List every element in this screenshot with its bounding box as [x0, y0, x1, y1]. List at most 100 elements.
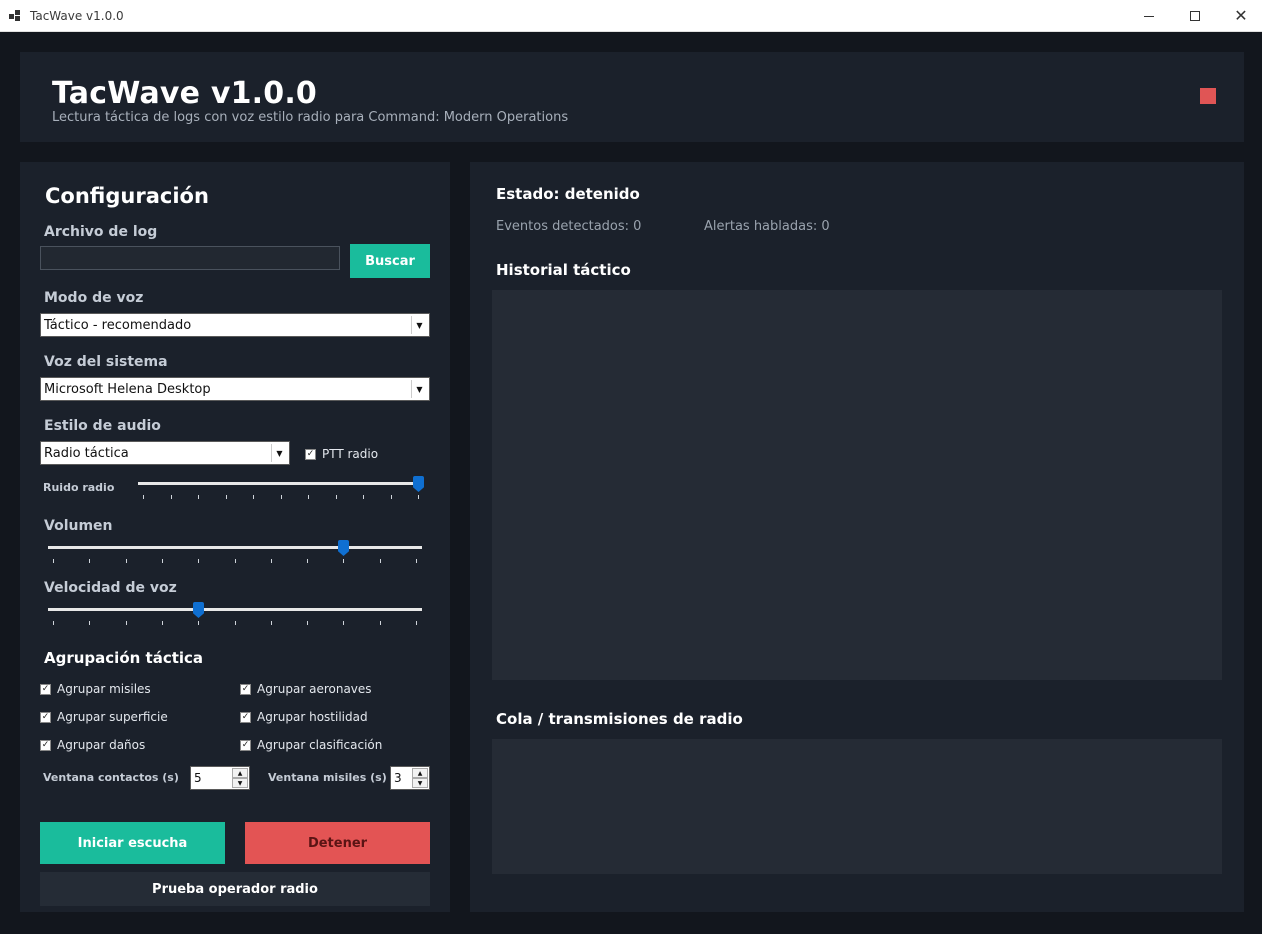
voice-mode-value: Táctico - recomendado: [44, 317, 192, 333]
slider-tick: [271, 559, 272, 563]
contacts-window-value: 5: [194, 771, 202, 785]
app-icon: [9, 10, 21, 22]
slider-tick: [343, 621, 344, 625]
checkbox-check-icon: ✓: [40, 711, 51, 723]
slider-tick: [391, 495, 392, 499]
slider-tick: [162, 559, 163, 563]
history-heading: Historial táctico: [496, 261, 631, 279]
volume-slider[interactable]: [48, 540, 422, 566]
checkbox-label: Agrupar aeronaves: [257, 682, 372, 696]
log-file-input[interactable]: [40, 246, 340, 270]
slider-tick: [53, 621, 54, 625]
slider-tick: [171, 495, 172, 499]
log-file-label: Archivo de log: [44, 224, 158, 240]
system-voice-value: Microsoft Helena Desktop: [44, 381, 211, 397]
group-hostility-checkbox[interactable]: ✓ Agrupar hostilidad: [240, 710, 368, 724]
slider-tick: [363, 495, 364, 499]
group-aircraft-checkbox[interactable]: ✓ Agrupar aeronaves: [240, 682, 372, 696]
group-missiles-checkbox[interactable]: ✓ Agrupar misiles: [40, 682, 151, 696]
stop-button[interactable]: Detener: [245, 822, 430, 864]
slider-tick: [271, 621, 272, 625]
slider-tick: [162, 621, 163, 625]
speech-rate-slider[interactable]: [48, 602, 422, 628]
slider-tick: [226, 495, 227, 499]
voice-mode-select[interactable]: Táctico - recomendado ▼: [40, 313, 430, 337]
slider-tick: [308, 495, 309, 499]
queue-heading: Cola / transmisiones de radio: [496, 710, 743, 728]
chevron-down-icon: ▼: [271, 444, 287, 462]
slider-tick: [53, 559, 54, 563]
slider-tick: [336, 495, 337, 499]
contacts-window-spinbox[interactable]: 5 ▲ ▼: [190, 766, 250, 790]
ptt-radio-label: PTT radio: [322, 447, 379, 461]
slider-tick: [235, 559, 236, 563]
audio-style-select[interactable]: Radio táctica ▼: [40, 441, 290, 465]
checkbox-check-icon: ✓: [40, 683, 51, 695]
slider-thumb[interactable]: [413, 476, 424, 492]
slider-thumb[interactable]: [193, 602, 204, 618]
slider-tick: [307, 559, 308, 563]
checkbox-label: Agrupar superficie: [57, 710, 168, 724]
alerts-count: Alertas habladas: 0: [704, 219, 830, 234]
config-heading: Configuración: [45, 184, 209, 208]
maximize-button[interactable]: [1172, 0, 1218, 32]
app-title: TacWave v1.0.0: [52, 76, 318, 111]
checkbox-label: Agrupar clasificación: [257, 738, 383, 752]
spin-down-icon[interactable]: ▼: [412, 778, 428, 788]
spin-up-icon[interactable]: ▲: [412, 768, 428, 778]
missiles-window-label: Ventana misiles (s): [268, 771, 387, 784]
chevron-down-icon: ▼: [411, 316, 427, 334]
minimize-button[interactable]: [1126, 0, 1172, 32]
spin-down-icon[interactable]: ▼: [232, 778, 248, 788]
contacts-window-label: Ventana contactos (s): [43, 771, 179, 784]
slider-tick: [307, 621, 308, 625]
slider-tick: [198, 495, 199, 499]
ptt-radio-checkbox[interactable]: ✓ PTT radio: [305, 447, 378, 461]
slider-tick: [281, 495, 282, 499]
group-damage-checkbox[interactable]: ✓ Agrupar daños: [40, 738, 145, 752]
checkbox-label: Agrupar daños: [57, 738, 146, 752]
checkbox-label: Agrupar hostilidad: [257, 710, 368, 724]
window-titlebar: TacWave v1.0.0 ✕: [0, 0, 1262, 32]
slider-tick: [253, 495, 254, 499]
volume-label: Volumen: [44, 518, 113, 534]
spin-up-icon[interactable]: ▲: [232, 768, 248, 778]
slider-track: [138, 482, 424, 485]
minimize-icon: [1144, 15, 1154, 17]
slider-tick: [126, 559, 127, 563]
app-subtitle: Lectura táctica de logs con voz estilo r…: [52, 110, 569, 125]
config-panel: Configuración Archivo de log Buscar Modo…: [20, 162, 450, 912]
slider-tick: [143, 495, 144, 499]
slider-thumb[interactable]: [338, 540, 349, 556]
group-surface-checkbox[interactable]: ✓ Agrupar superficie: [40, 710, 168, 724]
browse-button[interactable]: Buscar: [350, 244, 430, 278]
window-title: TacWave v1.0.0: [30, 9, 124, 23]
missiles-window-value: 3: [394, 771, 402, 785]
grouping-heading: Agrupación táctica: [44, 649, 204, 667]
slider-tick: [235, 621, 236, 625]
start-listening-button[interactable]: Iniciar escucha: [40, 822, 225, 864]
status-indicator: [1200, 88, 1216, 104]
checkbox-check-icon: ✓: [40, 739, 51, 751]
slider-tick: [198, 621, 199, 625]
checkbox-check-icon: ✓: [240, 711, 251, 723]
checkbox-check-icon: ✓: [240, 739, 251, 751]
events-count: Eventos detectados: 0: [496, 219, 642, 234]
system-voice-select[interactable]: Microsoft Helena Desktop ▼: [40, 377, 430, 401]
radio-queue[interactable]: [492, 739, 1222, 874]
speech-rate-label: Velocidad de voz: [44, 580, 177, 596]
missiles-window-spinbox[interactable]: 3 ▲ ▼: [390, 766, 430, 790]
slider-track: [48, 608, 422, 611]
status-text: Estado: detenido: [496, 185, 640, 203]
test-radio-operator-button[interactable]: Prueba operador radio: [40, 872, 430, 906]
audio-style-label: Estilo de audio: [44, 418, 161, 434]
maximize-icon: [1190, 11, 1200, 21]
radio-noise-slider[interactable]: [138, 476, 424, 502]
slider-track: [48, 546, 422, 549]
slider-tick: [380, 621, 381, 625]
close-button[interactable]: ✕: [1218, 0, 1262, 32]
app-header: TacWave v1.0.0 Lectura táctica de logs c…: [20, 52, 1244, 142]
group-classification-checkbox[interactable]: ✓ Agrupar clasificación: [240, 738, 382, 752]
history-log[interactable]: [492, 290, 1222, 680]
slider-tick: [416, 621, 417, 625]
